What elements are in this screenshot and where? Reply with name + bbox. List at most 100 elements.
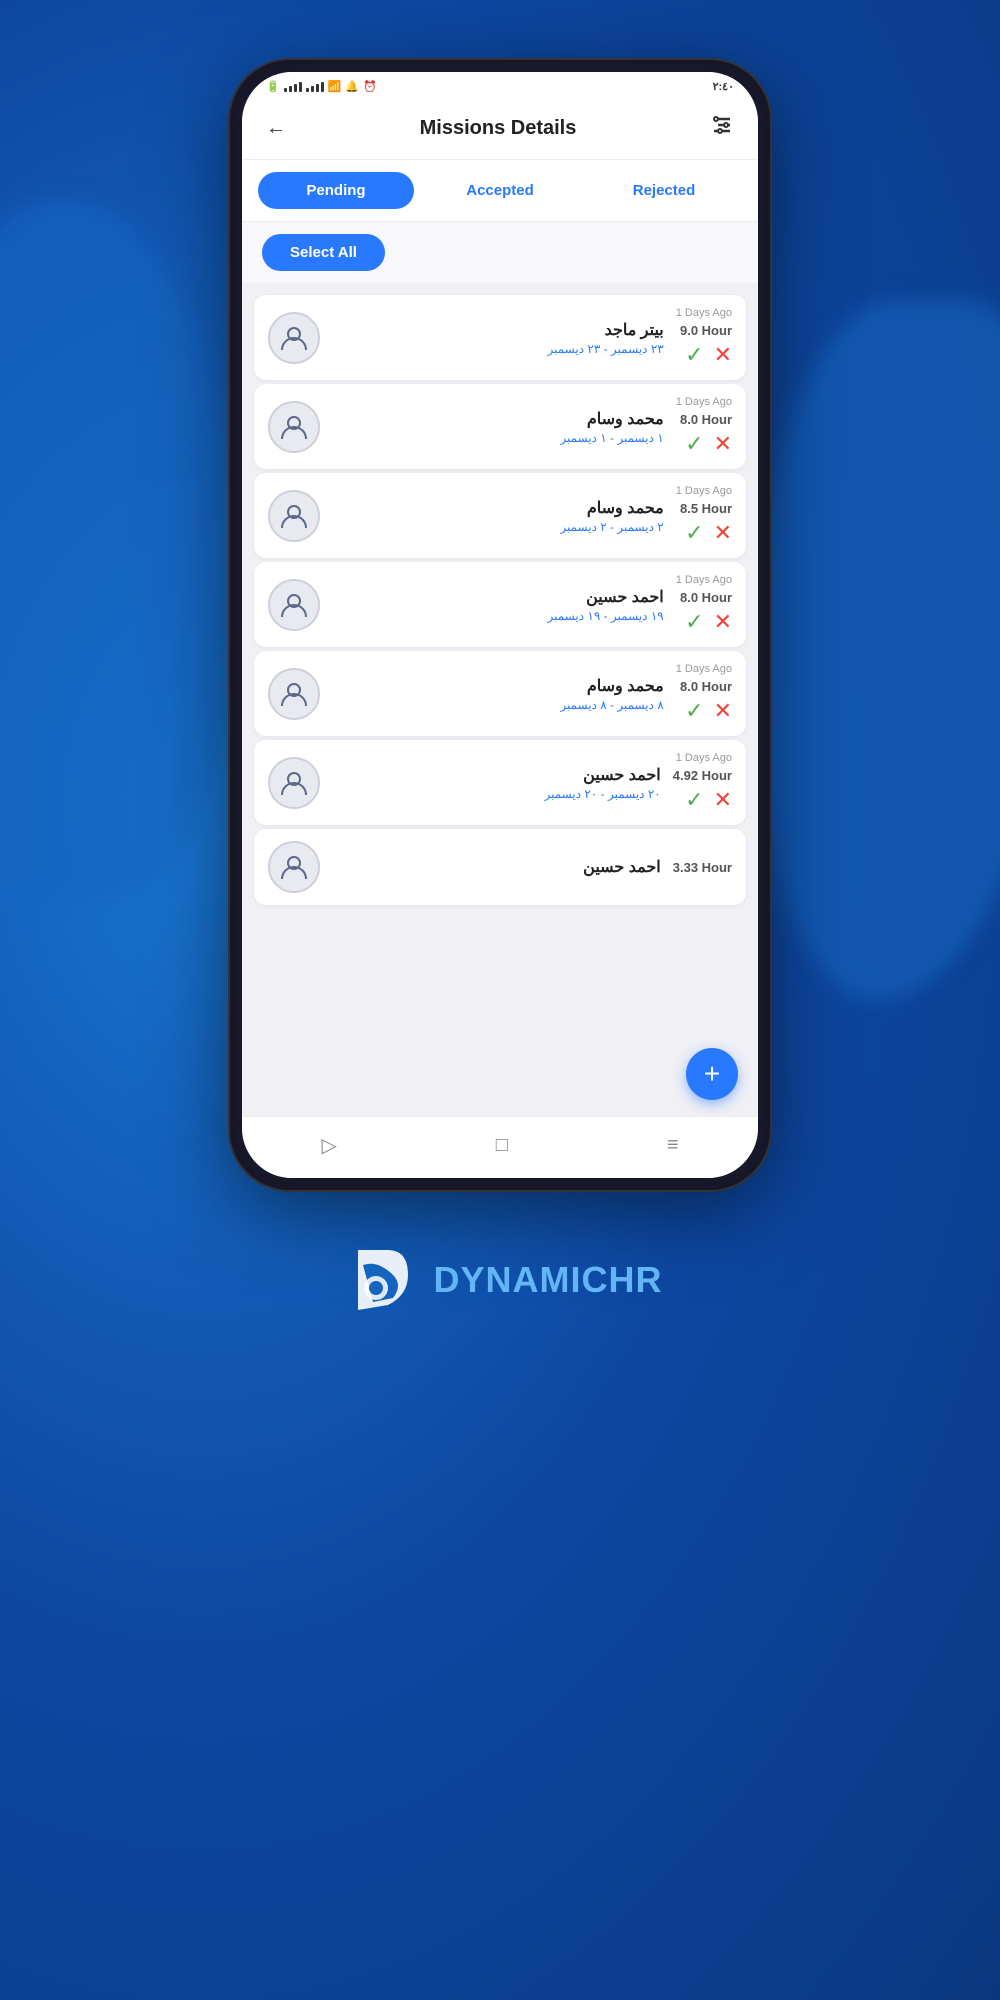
status-bar: 🔋 📶 🔔 ⏰ <box>242 72 758 97</box>
card-hours-3: 8.5 Hour <box>680 501 732 516</box>
avatar-5 <box>268 668 320 720</box>
page-title: Missions Details <box>420 117 577 140</box>
bell-icon: 🔔 <box>345 80 359 93</box>
avatar-7 <box>268 841 320 893</box>
card-info-1: بيتر ماجد ٢٣ ديسمبر - ٢٣ ديسمبر <box>332 320 664 356</box>
accept-button-1[interactable]: ✓ <box>685 342 703 368</box>
reject-button-2[interactable]: ✕ <box>714 431 732 457</box>
reject-button-4[interactable]: ✕ <box>714 609 732 635</box>
avatar-1 <box>268 312 320 364</box>
accept-button-4[interactable]: ✓ <box>685 609 703 635</box>
avatar-2 <box>268 401 320 453</box>
phone-screen: 🔋 📶 🔔 ⏰ <box>242 72 758 1178</box>
mission-card-5: محمد وسام ٨ ديسمبر - ٨ ديسمبر 1 Days Ago… <box>254 651 746 736</box>
tab-rejected[interactable]: Rejected <box>586 172 742 209</box>
card-days-1: 1 Days Ago <box>676 307 732 319</box>
battery-icon: 🔋 <box>266 80 280 93</box>
logo-section: DYNAMICHR <box>338 1240 663 1320</box>
card-info-5: محمد وسام ٨ ديسمبر - ٨ ديسمبر <box>332 676 664 712</box>
card-info-4: احمد حسين ١٩ ديسمبر - ١٩ ديسمبر <box>332 587 664 623</box>
card-date-4: ١٩ ديسمبر - ١٩ ديسمبر <box>332 609 664 623</box>
reject-button-5[interactable]: ✕ <box>714 698 732 724</box>
card-actions-1: 1 Days Ago 9.0 Hour ✓ ✕ <box>676 307 732 368</box>
mission-card-1: بيتر ماجد ٢٣ ديسمبر - ٢٣ ديسمبر 1 Days A… <box>254 295 746 380</box>
app-header: ← Missions Details <box>242 97 758 160</box>
card-name-2: محمد وسام <box>332 409 664 429</box>
card-hours-2: 8.0 Hour <box>680 412 732 427</box>
accept-button-5[interactable]: ✓ <box>685 698 703 724</box>
card-info-3: محمد وسام ٢ ديسمبر - ٢ ديسمبر <box>332 498 664 534</box>
avatar-3 <box>268 490 320 542</box>
card-days-5: 1 Days Ago <box>676 663 732 675</box>
card-actions-5: 1 Days Ago 8.0 Hour ✓ ✕ <box>676 663 732 724</box>
wifi-icon: 📶 <box>328 80 342 93</box>
card-hours-7: 3.33 Hour <box>673 860 732 875</box>
tab-accepted[interactable]: Accepted <box>422 172 578 209</box>
clock-icon: ⏰ <box>363 80 377 93</box>
card-actions-7: 3.33 Hour <box>673 860 732 875</box>
card-info-6: احمد حسين ٢٠ ديسمبر - ٢٠ ديسمبر <box>332 765 661 801</box>
card-name-6: احمد حسين <box>332 765 661 785</box>
card-hours-6: 4.92 Hour <box>673 768 732 783</box>
select-all-bar: Select All <box>242 222 758 283</box>
accept-button-2[interactable]: ✓ <box>685 431 703 457</box>
nav-play-button[interactable]: ▷ <box>301 1129 356 1162</box>
card-actions-2: 1 Days Ago 8.0 Hour ✓ ✕ <box>676 396 732 457</box>
action-icons-5: ✓ ✕ <box>685 698 732 724</box>
card-days-2: 1 Days Ago <box>676 396 732 408</box>
nav-home-button[interactable]: □ <box>476 1130 528 1161</box>
signal-icon-2 <box>306 82 324 92</box>
reject-button-3[interactable]: ✕ <box>714 520 732 546</box>
fab-add-button[interactable]: + <box>686 1048 738 1100</box>
card-info-2: محمد وسام ١ ديسمبر - ١ ديسمبر <box>332 409 664 445</box>
card-hours-4: 8.0 Hour <box>680 590 732 605</box>
reject-button-6[interactable]: ✕ <box>714 787 732 813</box>
card-days-4: 1 Days Ago <box>676 574 732 586</box>
action-icons-2: ✓ ✕ <box>685 431 732 457</box>
card-date-5: ٨ ديسمبر - ٨ ديسمبر <box>332 698 664 712</box>
mission-card-2: محمد وسام ١ ديسمبر - ١ ديسمبر 1 Days Ago… <box>254 384 746 469</box>
status-icons-left: 🔋 📶 🔔 ⏰ <box>266 80 377 93</box>
mission-card-3: محمد وسام ٢ ديسمبر - ٢ ديسمبر 1 Days Ago… <box>254 473 746 558</box>
filter-button[interactable] <box>706 109 738 147</box>
card-name-5: محمد وسام <box>332 676 664 696</box>
mission-list: بيتر ماجد ٢٣ ديسمبر - ٢٣ ديسمبر 1 Days A… <box>242 283 758 1116</box>
card-date-2: ١ ديسمبر - ١ ديسمبر <box>332 431 664 445</box>
card-name-4: احمد حسين <box>332 587 664 607</box>
tab-pending[interactable]: Pending <box>258 172 414 209</box>
card-date-1: ٢٣ ديسمبر - ٢٣ ديسمبر <box>332 342 664 356</box>
mission-card-7: احمد حسين 3.33 Hour <box>254 829 746 905</box>
reject-button-1[interactable]: ✕ <box>714 342 732 368</box>
card-days-6: 1 Days Ago <box>676 752 732 764</box>
card-actions-3: 1 Days Ago 8.5 Hour ✓ ✕ <box>676 485 732 546</box>
action-icons-4: ✓ ✕ <box>685 609 732 635</box>
card-name-3: محمد وسام <box>332 498 664 518</box>
action-icons-1: ✓ ✕ <box>685 342 732 368</box>
card-hours-5: 8.0 Hour <box>680 679 732 694</box>
avatar-6 <box>268 757 320 809</box>
card-date-3: ٢ ديسمبر - ٢ ديسمبر <box>332 520 664 534</box>
phone-frame: 🔋 📶 🔔 ⏰ <box>230 60 770 1190</box>
card-date-6: ٢٠ ديسمبر - ٢٠ ديسمبر <box>332 787 661 801</box>
mission-card-6: احمد حسين ٢٠ ديسمبر - ٢٠ ديسمبر 1 Days A… <box>254 740 746 825</box>
mission-card-4: احمد حسين ١٩ ديسمبر - ١٩ ديسمبر 1 Days A… <box>254 562 746 647</box>
logo-text: DYNAMICHR <box>434 1259 663 1301</box>
bottom-nav: ▷ □ ≡ <box>242 1116 758 1178</box>
tab-bar: Pending Accepted Rejected <box>242 160 758 222</box>
select-all-button[interactable]: Select All <box>262 234 385 271</box>
phone-container: 🔋 📶 🔔 ⏰ <box>230 60 770 1190</box>
time-display: ٢:٤٠ <box>713 80 734 93</box>
action-icons-6: ✓ ✕ <box>685 787 732 813</box>
accept-button-3[interactable]: ✓ <box>685 520 703 546</box>
action-icons-3: ✓ ✕ <box>685 520 732 546</box>
back-button[interactable]: ← <box>262 113 290 144</box>
logo-dynamic: DYNAMIC <box>434 1259 609 1300</box>
card-info-7: احمد حسين <box>332 857 661 877</box>
card-days-3: 1 Days Ago <box>676 485 732 497</box>
signal-icon-1 <box>284 82 302 92</box>
card-hours-1: 9.0 Hour <box>680 323 732 338</box>
card-actions-4: 1 Days Ago 8.0 Hour ✓ ✕ <box>676 574 732 635</box>
logo-hr: HR <box>609 1259 663 1300</box>
nav-menu-button[interactable]: ≡ <box>647 1130 699 1161</box>
accept-button-6[interactable]: ✓ <box>685 787 703 813</box>
